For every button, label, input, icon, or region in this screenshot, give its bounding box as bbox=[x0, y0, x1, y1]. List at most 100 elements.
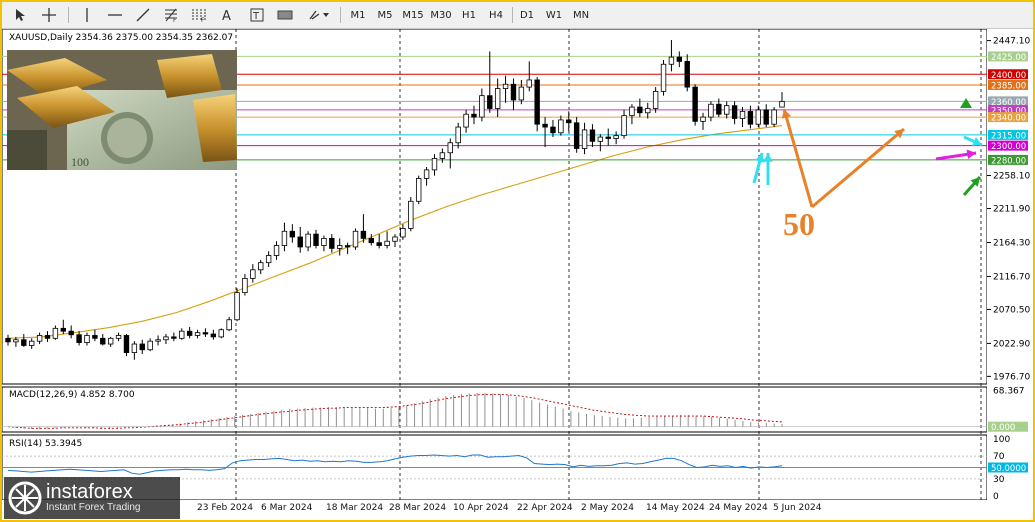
x-tick-label: 5 Jun 2024 bbox=[773, 503, 822, 513]
candle-body bbox=[581, 129, 588, 149]
candle-body bbox=[700, 116, 706, 122]
tf-m30[interactable]: M30 bbox=[429, 5, 453, 25]
candle-body bbox=[471, 113, 477, 118]
rectangle-icon[interactable] bbox=[274, 5, 296, 25]
rsi-tick-label: 30 bbox=[993, 475, 1005, 485]
candle-body bbox=[289, 230, 296, 238]
candle-body bbox=[605, 136, 611, 139]
candle-body bbox=[731, 105, 738, 119]
candle-body bbox=[76, 334, 82, 344]
candle-body bbox=[155, 339, 161, 342]
candle-body bbox=[439, 152, 446, 159]
candle-body bbox=[139, 343, 145, 351]
macd-zero-label: 0.000 bbox=[991, 423, 1015, 433]
candle-body bbox=[52, 327, 59, 339]
candle-body bbox=[431, 158, 438, 171]
candle-body bbox=[329, 238, 335, 249]
candle-body bbox=[408, 200, 414, 229]
rsi-tick-label: 100 bbox=[993, 435, 1010, 445]
rsi-tick-label: 50.0000 bbox=[991, 464, 1026, 474]
candle-body bbox=[487, 95, 493, 109]
macd-tick-label: 68.367 bbox=[993, 387, 1025, 397]
candle-body bbox=[423, 169, 430, 179]
candle-body bbox=[716, 103, 722, 115]
price-level-label: 2400.00 bbox=[991, 71, 1026, 81]
candle-body bbox=[21, 339, 27, 346]
candle-body bbox=[637, 106, 643, 114]
price-level-label: 2340.00 bbox=[991, 114, 1026, 124]
rsi-line bbox=[7, 454, 783, 475]
candle-body bbox=[771, 109, 777, 125]
candle-body bbox=[668, 56, 675, 65]
cursor-icon[interactable] bbox=[10, 5, 30, 25]
price-level-label: 2385.00 bbox=[991, 81, 1026, 91]
candle-body bbox=[297, 236, 303, 248]
candle-body bbox=[763, 109, 769, 125]
macd-panel-frame bbox=[2, 386, 988, 433]
fibo-icon[interactable]: F bbox=[160, 5, 182, 25]
toolbar: F F A T M1 M5 M15 M30 H1 H4 D1 W1 MN bbox=[2, 2, 1033, 29]
y-tick-label: 2164.30 bbox=[993, 238, 1030, 248]
gold-dollar-photo: 100 bbox=[7, 50, 237, 170]
candle-body bbox=[518, 86, 525, 101]
trendline-icon[interactable] bbox=[132, 5, 154, 25]
price-level-label: 2280.00 bbox=[991, 156, 1026, 166]
candle-body bbox=[115, 335, 122, 339]
candle-body bbox=[163, 336, 169, 341]
tf-m1[interactable]: M1 bbox=[347, 5, 369, 25]
horizontal-line-icon[interactable] bbox=[104, 5, 126, 25]
crosshair-icon[interactable] bbox=[38, 5, 60, 25]
candle-body bbox=[36, 335, 43, 342]
text-icon[interactable]: A bbox=[216, 5, 238, 25]
candle-body bbox=[305, 233, 311, 248]
text-label-icon[interactable]: T bbox=[246, 5, 268, 25]
candle-body bbox=[92, 335, 98, 339]
candle-body bbox=[708, 103, 714, 118]
arrows-icon[interactable] bbox=[304, 5, 334, 25]
candle-body bbox=[400, 228, 406, 238]
tf-w1[interactable]: W1 bbox=[542, 5, 566, 25]
candle-body bbox=[392, 236, 398, 242]
svg-text:100: 100 bbox=[71, 155, 89, 169]
x-tick-label: 23 Feb 2024 bbox=[197, 503, 254, 513]
candle-body bbox=[210, 333, 217, 338]
vertical-line-icon[interactable] bbox=[76, 5, 98, 25]
candle-body bbox=[352, 230, 359, 248]
tf-mn[interactable]: MN bbox=[569, 5, 593, 25]
instaforex-logo: instaforex Instant Forex Trading bbox=[4, 477, 180, 519]
tf-h4[interactable]: H4 bbox=[485, 5, 507, 25]
tf-h1[interactable]: H1 bbox=[458, 5, 480, 25]
candle-body bbox=[502, 83, 509, 89]
candle-body bbox=[194, 332, 201, 336]
candle-body bbox=[621, 115, 627, 137]
chart-symbol-line: XAUUSD,Daily 2354.36 2375.00 2354.35 236… bbox=[9, 33, 234, 43]
x-tick-label: 10 Apr 2024 bbox=[453, 503, 509, 513]
price-level-label: 2300.00 bbox=[991, 142, 1026, 152]
tf-m5[interactable]: M5 bbox=[374, 5, 396, 25]
cyan-arrow-up-right-head bbox=[763, 153, 773, 162]
candle-body bbox=[44, 335, 51, 339]
candle-body bbox=[534, 79, 540, 125]
price-level-label: 2425.00 bbox=[991, 53, 1026, 63]
candle-body bbox=[179, 330, 185, 339]
candle-body bbox=[755, 109, 762, 125]
tf-m15[interactable]: M15 bbox=[401, 5, 425, 25]
candle-body bbox=[107, 337, 114, 345]
orange-arrow-left bbox=[782, 108, 814, 208]
candle-body bbox=[258, 262, 264, 271]
candle-body bbox=[68, 330, 74, 336]
ma-period-annotation: 50 bbox=[783, 206, 815, 242]
candle-body bbox=[313, 233, 319, 246]
candle-body bbox=[171, 336, 177, 339]
instaforex-mark-icon bbox=[8, 481, 42, 515]
svg-text:T: T bbox=[252, 11, 260, 22]
y-tick-label: 1976.70 bbox=[993, 372, 1030, 382]
candle-body bbox=[415, 178, 422, 202]
candle-body bbox=[13, 339, 19, 343]
candle-body bbox=[479, 95, 485, 118]
tf-d1[interactable]: D1 bbox=[516, 5, 538, 25]
channel-icon[interactable]: F bbox=[188, 5, 210, 25]
candle-body bbox=[384, 240, 390, 246]
candle-body bbox=[550, 126, 556, 134]
candle-body bbox=[660, 63, 667, 92]
